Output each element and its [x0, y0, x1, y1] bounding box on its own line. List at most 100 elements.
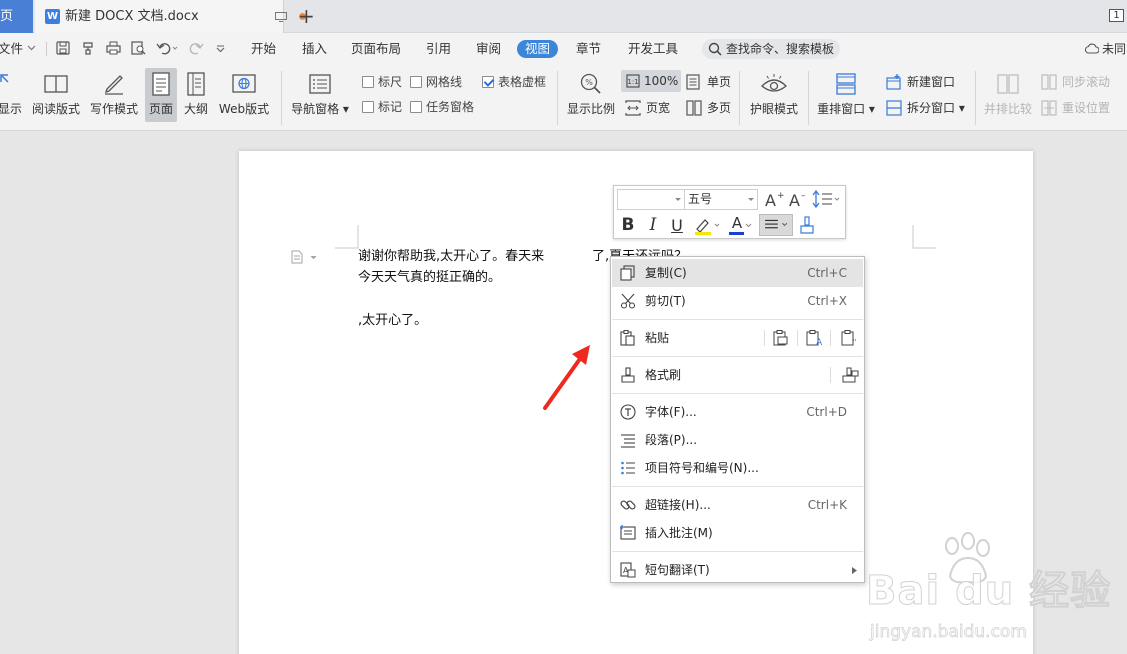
font-size-select[interactable]: 五号 [684, 189, 758, 210]
reset-position-button[interactable]: 重设位置 [1041, 100, 1110, 116]
task-pane-checkbox[interactable]: 任务窗格 [410, 100, 474, 114]
menu-item-paragraph[interactable]: 段落(P)... [612, 426, 863, 454]
print-icon[interactable] [106, 41, 121, 55]
menu-separator [612, 486, 863, 487]
sync-scroll-icon [1041, 74, 1057, 90]
format-painter-icon[interactable] [81, 41, 95, 55]
shortcut-copy: Ctrl+C [807, 266, 847, 280]
page-view-button[interactable]: 页面 [145, 68, 177, 122]
paste-text-only-icon[interactable] [841, 330, 857, 346]
redo-icon[interactable] [188, 41, 210, 55]
shrink-font-icon[interactable]: A – [788, 190, 808, 208]
single-page-button[interactable]: 单页 [686, 74, 731, 90]
floating-format-toolbar: 五号 A + A – B I U A [613, 185, 846, 239]
tab-chapter[interactable]: 章节 [576, 33, 601, 65]
ribbon-divider [557, 71, 558, 125]
tab-references[interactable]: 引用 [426, 33, 451, 65]
menu-label-translate: 短句翻译(T) [645, 563, 710, 577]
undo-icon[interactable] [156, 41, 178, 55]
display-button[interactable]: 显示 [0, 68, 30, 122]
format-painter-brush-icon[interactable] [799, 216, 815, 234]
writing-mode-button[interactable]: 写作模式 [88, 68, 140, 122]
table-borders-checkbox-box [482, 76, 494, 88]
quick-access-dropdown-icon[interactable] [216, 45, 225, 53]
multi-page-icon [686, 100, 702, 116]
web-layout-label: Web版式 [218, 102, 270, 116]
svg-text:1:1: 1:1 [627, 78, 638, 86]
underline-button[interactable]: U [667, 215, 687, 235]
search-icon [708, 42, 722, 56]
format-painter-lock-icon[interactable] [841, 367, 859, 383]
menu-item-copy[interactable]: 复制(C) Ctrl+C [612, 259, 863, 287]
menu-item-insert-comment[interactable]: 插入批注(M) [612, 519, 863, 547]
font-color-button[interactable]: A [729, 214, 745, 232]
zoom-button[interactable]: % 显示比例 [565, 68, 617, 122]
tab-review[interactable]: 审阅 [476, 33, 501, 65]
print-preview-icon[interactable] [131, 41, 146, 55]
split-window-button[interactable]: 拆分窗口 ▾ [886, 100, 965, 116]
monitor-icon[interactable] [275, 12, 287, 22]
grow-font-icon[interactable]: A + [764, 190, 784, 208]
gridlines-label: 网格线 [426, 75, 463, 89]
ruler-checkbox[interactable]: 标尺 [362, 75, 402, 89]
align-justify-icon[interactable] [759, 214, 793, 236]
navigation-pane-button[interactable]: 导航窗格 ▾ [289, 68, 351, 122]
page-width-button[interactable]: 页宽 [625, 100, 670, 116]
marks-checkbox[interactable]: 标记 [362, 100, 402, 114]
home-tab[interactable]: 页 [0, 0, 33, 33]
outline-view-button[interactable]: 大纲 [180, 68, 212, 122]
zoom-100-button[interactable]: 1:1 100% [621, 70, 681, 92]
document-tab[interactable]: W 新建 DOCX 文档.docx [35, 0, 306, 33]
sync-scroll-button[interactable]: 同步滚动 [1041, 74, 1110, 90]
line-spacing-icon[interactable] [812, 190, 842, 208]
menu-item-bullets-numbering[interactable]: 项目符号和编号(N)... [612, 454, 863, 482]
font-name-select[interactable] [617, 189, 685, 210]
rearrange-windows-label: 重排窗口 ▾ [817, 102, 875, 116]
web-icon [232, 74, 256, 93]
task-pane-checkbox-box [410, 101, 422, 113]
highlighter-icon[interactable] [693, 216, 723, 236]
paste-match-format-icon[interactable]: A [806, 330, 822, 346]
web-layout-button[interactable]: Web版式 [215, 68, 273, 122]
paragraph-handle-icon[interactable] [291, 250, 319, 264]
chevron-down-icon[interactable] [27, 45, 36, 51]
menu-item-hyperlink[interactable]: 超链接(H)... Ctrl+K [612, 491, 863, 519]
reading-layout-button[interactable]: 阅读版式 [29, 68, 83, 122]
side-by-side-button[interactable]: 并排比较 [982, 68, 1034, 122]
paragraph-icon [621, 434, 635, 448]
menu-separator [612, 393, 863, 394]
gridlines-checkbox[interactable]: 网格线 [410, 75, 462, 89]
italic-button[interactable]: I [643, 215, 663, 235]
menu-item-format-painter[interactable]: 格式刷 [612, 361, 863, 389]
paste-keep-format-icon[interactable] [773, 330, 789, 346]
cloud-sync-status[interactable]: 未同 [1084, 33, 1126, 65]
menu-label-paste: 粘贴 [645, 331, 670, 345]
save-icon[interactable] [56, 41, 70, 55]
command-search[interactable]: 查找命令、搜索模板 [702, 39, 841, 59]
window-count-badge[interactable]: 1 [1109, 9, 1124, 22]
menu-item-paste[interactable]: 粘贴 A [612, 324, 863, 352]
file-menu[interactable]: 文件 [0, 33, 23, 65]
bold-button[interactable]: B [618, 215, 638, 235]
tab-page-layout[interactable]: 页面布局 [351, 33, 401, 65]
menu-item-cut[interactable]: 剪切(T) Ctrl+X [612, 287, 863, 315]
ribbon-divider [281, 71, 282, 125]
multi-page-button[interactable]: 多页 [686, 100, 731, 116]
font-color-dropdown-icon[interactable] [745, 223, 752, 228]
tab-insert[interactable]: 插入 [302, 33, 327, 65]
tab-home[interactable]: 开始 [251, 33, 276, 65]
menu-label-format-painter: 格式刷 [645, 368, 682, 382]
eye-protection-button[interactable]: 护眼模式 [746, 68, 802, 122]
paste-icon [620, 330, 635, 346]
rearrange-windows-button[interactable]: 重排窗口 ▾ [816, 68, 876, 122]
table-borders-checkbox[interactable]: 表格虚框 [482, 75, 546, 89]
split-window-label: 拆分窗口 [907, 101, 956, 115]
menu-item-translate[interactable]: A 短句翻译(T) [612, 556, 863, 584]
menu-item-font[interactable]: 字体(F)... Ctrl+D [612, 398, 863, 426]
tab-view[interactable]: 视图 [517, 40, 559, 58]
cloud-icon [1084, 43, 1099, 54]
new-window-button[interactable]: 新建窗口 [886, 74, 955, 90]
tab-developer[interactable]: 开发工具 [628, 33, 678, 65]
fullscreen-icon [0, 74, 9, 83]
new-tab-button[interactable]: + [298, 6, 315, 26]
